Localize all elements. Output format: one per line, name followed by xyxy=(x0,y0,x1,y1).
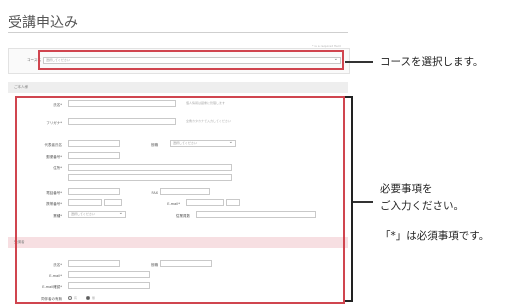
form-screenshot: 受講申込み * is a required field コース名 選択してくださ… xyxy=(0,0,360,307)
required-annotation-line1: 必要事項を xyxy=(380,183,433,195)
required-annotation-line2: ご入力ください。 xyxy=(380,200,464,212)
title-divider xyxy=(8,32,348,33)
required-callout-line xyxy=(353,201,373,203)
course-annotation: コースを選択します。 xyxy=(380,56,484,68)
course-highlight xyxy=(38,50,344,70)
required-mark-note: 「*」は必須事項です。 xyxy=(380,230,490,242)
course-callout-line xyxy=(345,61,373,63)
page-title: 受講申込み xyxy=(8,15,78,31)
required-fields-highlight xyxy=(15,96,345,304)
section-header-applicant: ご本人様 xyxy=(8,82,348,93)
required-bracket xyxy=(345,96,353,302)
